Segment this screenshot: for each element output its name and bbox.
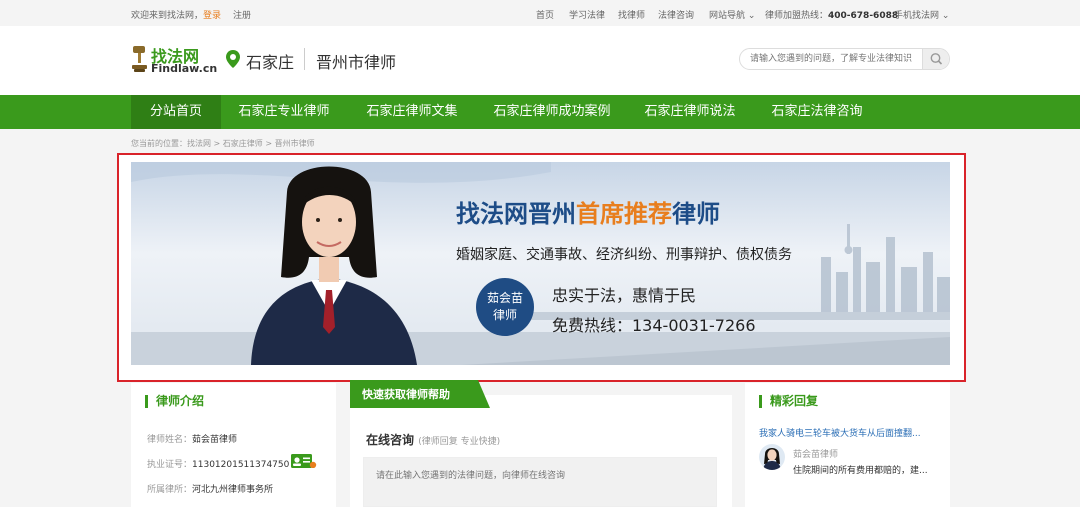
banner-hotline: 免费热线：134-0031-7266 xyxy=(552,316,756,335)
register-link[interactable]: 注册 xyxy=(233,8,251,21)
login-link[interactable]: 登录 xyxy=(203,8,221,21)
lawyer-name-row: 律师姓名：茹会苗律师 xyxy=(147,432,237,445)
reply-text: 住院期间的所有费用都赔的，建... xyxy=(793,466,928,476)
replies-title: 精彩回复 xyxy=(759,395,818,408)
lawyer-name-value: 茹会苗律师 xyxy=(192,435,238,445)
chevron-down-icon: ⌄ xyxy=(941,11,950,21)
banner-slogan: 忠实于法，惠情于民 xyxy=(552,286,697,305)
search-input[interactable] xyxy=(740,49,924,69)
license-value: 11301201511374750 xyxy=(192,460,290,470)
main-nav: 分站首页 石家庄专业律师 石家庄律师文集 石家庄律师成功案例 石家庄律师说法 石… xyxy=(0,95,1080,129)
nav-item-consult[interactable]: 石家庄法律咨询 xyxy=(760,95,874,129)
reply-lawyer-name[interactable]: 茹会苗律师 xyxy=(793,447,838,460)
site-nav-label: 网站导航 xyxy=(709,11,746,21)
top-link-site-nav[interactable]: 网站导航 ⌄ xyxy=(709,8,755,21)
banner-lawyer-name: 茹会苗 xyxy=(486,291,523,305)
search-icon xyxy=(930,53,943,65)
join-hotline-number: 400-678-6088 xyxy=(828,11,899,21)
banner-title: 找法网晋州首席推荐律师 xyxy=(456,194,720,229)
site-logo[interactable]: 找法网 Findlaw.cn xyxy=(131,44,218,76)
page-title: 晋州市律师 xyxy=(316,53,397,72)
search-box xyxy=(739,48,950,70)
banner-lawyer-title: 律师 xyxy=(492,308,517,322)
header-divider xyxy=(304,48,305,70)
firm-value: 河北九州律师事务所 xyxy=(192,485,274,495)
lawyer-portrait xyxy=(251,166,417,365)
banner-title-highlight: 首席推荐 xyxy=(576,200,672,228)
top-link-find-lawyer[interactable]: 找律师 xyxy=(618,8,645,21)
consult-tab-label: 快速获取律师帮助 xyxy=(362,388,450,401)
logo-text-en: Findlaw.cn xyxy=(151,62,218,75)
gavel-icon xyxy=(132,46,147,72)
consult-question-input[interactable] xyxy=(363,457,717,507)
reply-question-link[interactable]: 我家人骑电三轮车被大货车从后面撞翻... xyxy=(759,426,921,439)
consult-title-text: 在线咨询 xyxy=(366,433,415,447)
banner-title-part2: 律师 xyxy=(672,200,720,228)
verified-id-icon xyxy=(291,454,317,468)
breadcrumb: 您当前的位置：找法网 > 石家庄律师 > 晋州市律师 xyxy=(131,139,315,148)
top-bar: 欢迎来到找法网， 登录 注册 首页 学习法律 找律师 法律咨询 网站导航 ⌄ 律… xyxy=(0,0,1080,26)
lawyer-intro-title: 律师介绍 xyxy=(145,395,204,408)
site-header: 找法网 Findlaw.cn 石家庄 晋州市律师 xyxy=(0,26,1080,95)
search-button[interactable] xyxy=(922,49,949,69)
top-link-learn-law[interactable]: 学习法律 xyxy=(569,8,605,21)
top-link-consult[interactable]: 法律咨询 xyxy=(658,8,694,21)
banner-practice-areas: 婚姻家庭、交通事故、经济纠纷、刑事辩护、债权债务 xyxy=(456,247,792,263)
firm-label: 所属律所： xyxy=(147,485,193,495)
firm-row: 所属律所：河北九州律师事务所 xyxy=(147,482,273,495)
banner[interactable]: 找法网晋州首席推荐律师 婚姻家庭、交通事故、经济纠纷、刑事辩护、债权债务 茹会苗… xyxy=(131,162,950,365)
license-row: 执业证号：11301201511374750 xyxy=(147,457,289,470)
banner-lawyer-badge: 茹会苗 律师 xyxy=(476,278,534,336)
nav-item-talks[interactable]: 石家庄律师说法 xyxy=(634,95,746,129)
nav-item-cases[interactable]: 石家庄律师成功案例 xyxy=(482,95,622,129)
top-link-home[interactable]: 首页 xyxy=(536,8,554,21)
lawyer-name-label: 律师姓名： xyxy=(147,435,193,445)
mobile-label: 手机找法网 xyxy=(894,11,940,21)
location-pin-icon xyxy=(226,50,240,68)
license-label: 执业证号： xyxy=(147,460,193,470)
banner-title-part1: 找法网晋州 xyxy=(456,200,576,228)
join-hotline: 律师加盟热线：400-678-6088 xyxy=(765,8,898,21)
nav-item-articles[interactable]: 石家庄律师文集 xyxy=(355,95,469,129)
nav-item-home[interactable]: 分站首页 xyxy=(131,95,221,129)
chevron-down-icon: ⌄ xyxy=(747,11,756,21)
avatar[interactable] xyxy=(759,444,785,470)
lawyer-intro-panel: 律师介绍 律师姓名：茹会苗律师 执业证号：11301201511374750 所… xyxy=(131,383,336,507)
top-link-mobile[interactable]: 手机找法网 ⌄ xyxy=(894,8,949,21)
city-name[interactable]: 石家庄 xyxy=(246,49,294,73)
join-hotline-label: 律师加盟热线： xyxy=(765,11,829,21)
nav-item-lawyers[interactable]: 石家庄专业律师 xyxy=(228,95,340,129)
consult-title: 在线咨询 (律师回复 专业快捷) xyxy=(366,431,500,448)
consult-subtitle: (律师回复 专业快捷) xyxy=(418,437,501,447)
welcome-text: 欢迎来到找法网， xyxy=(131,11,204,21)
